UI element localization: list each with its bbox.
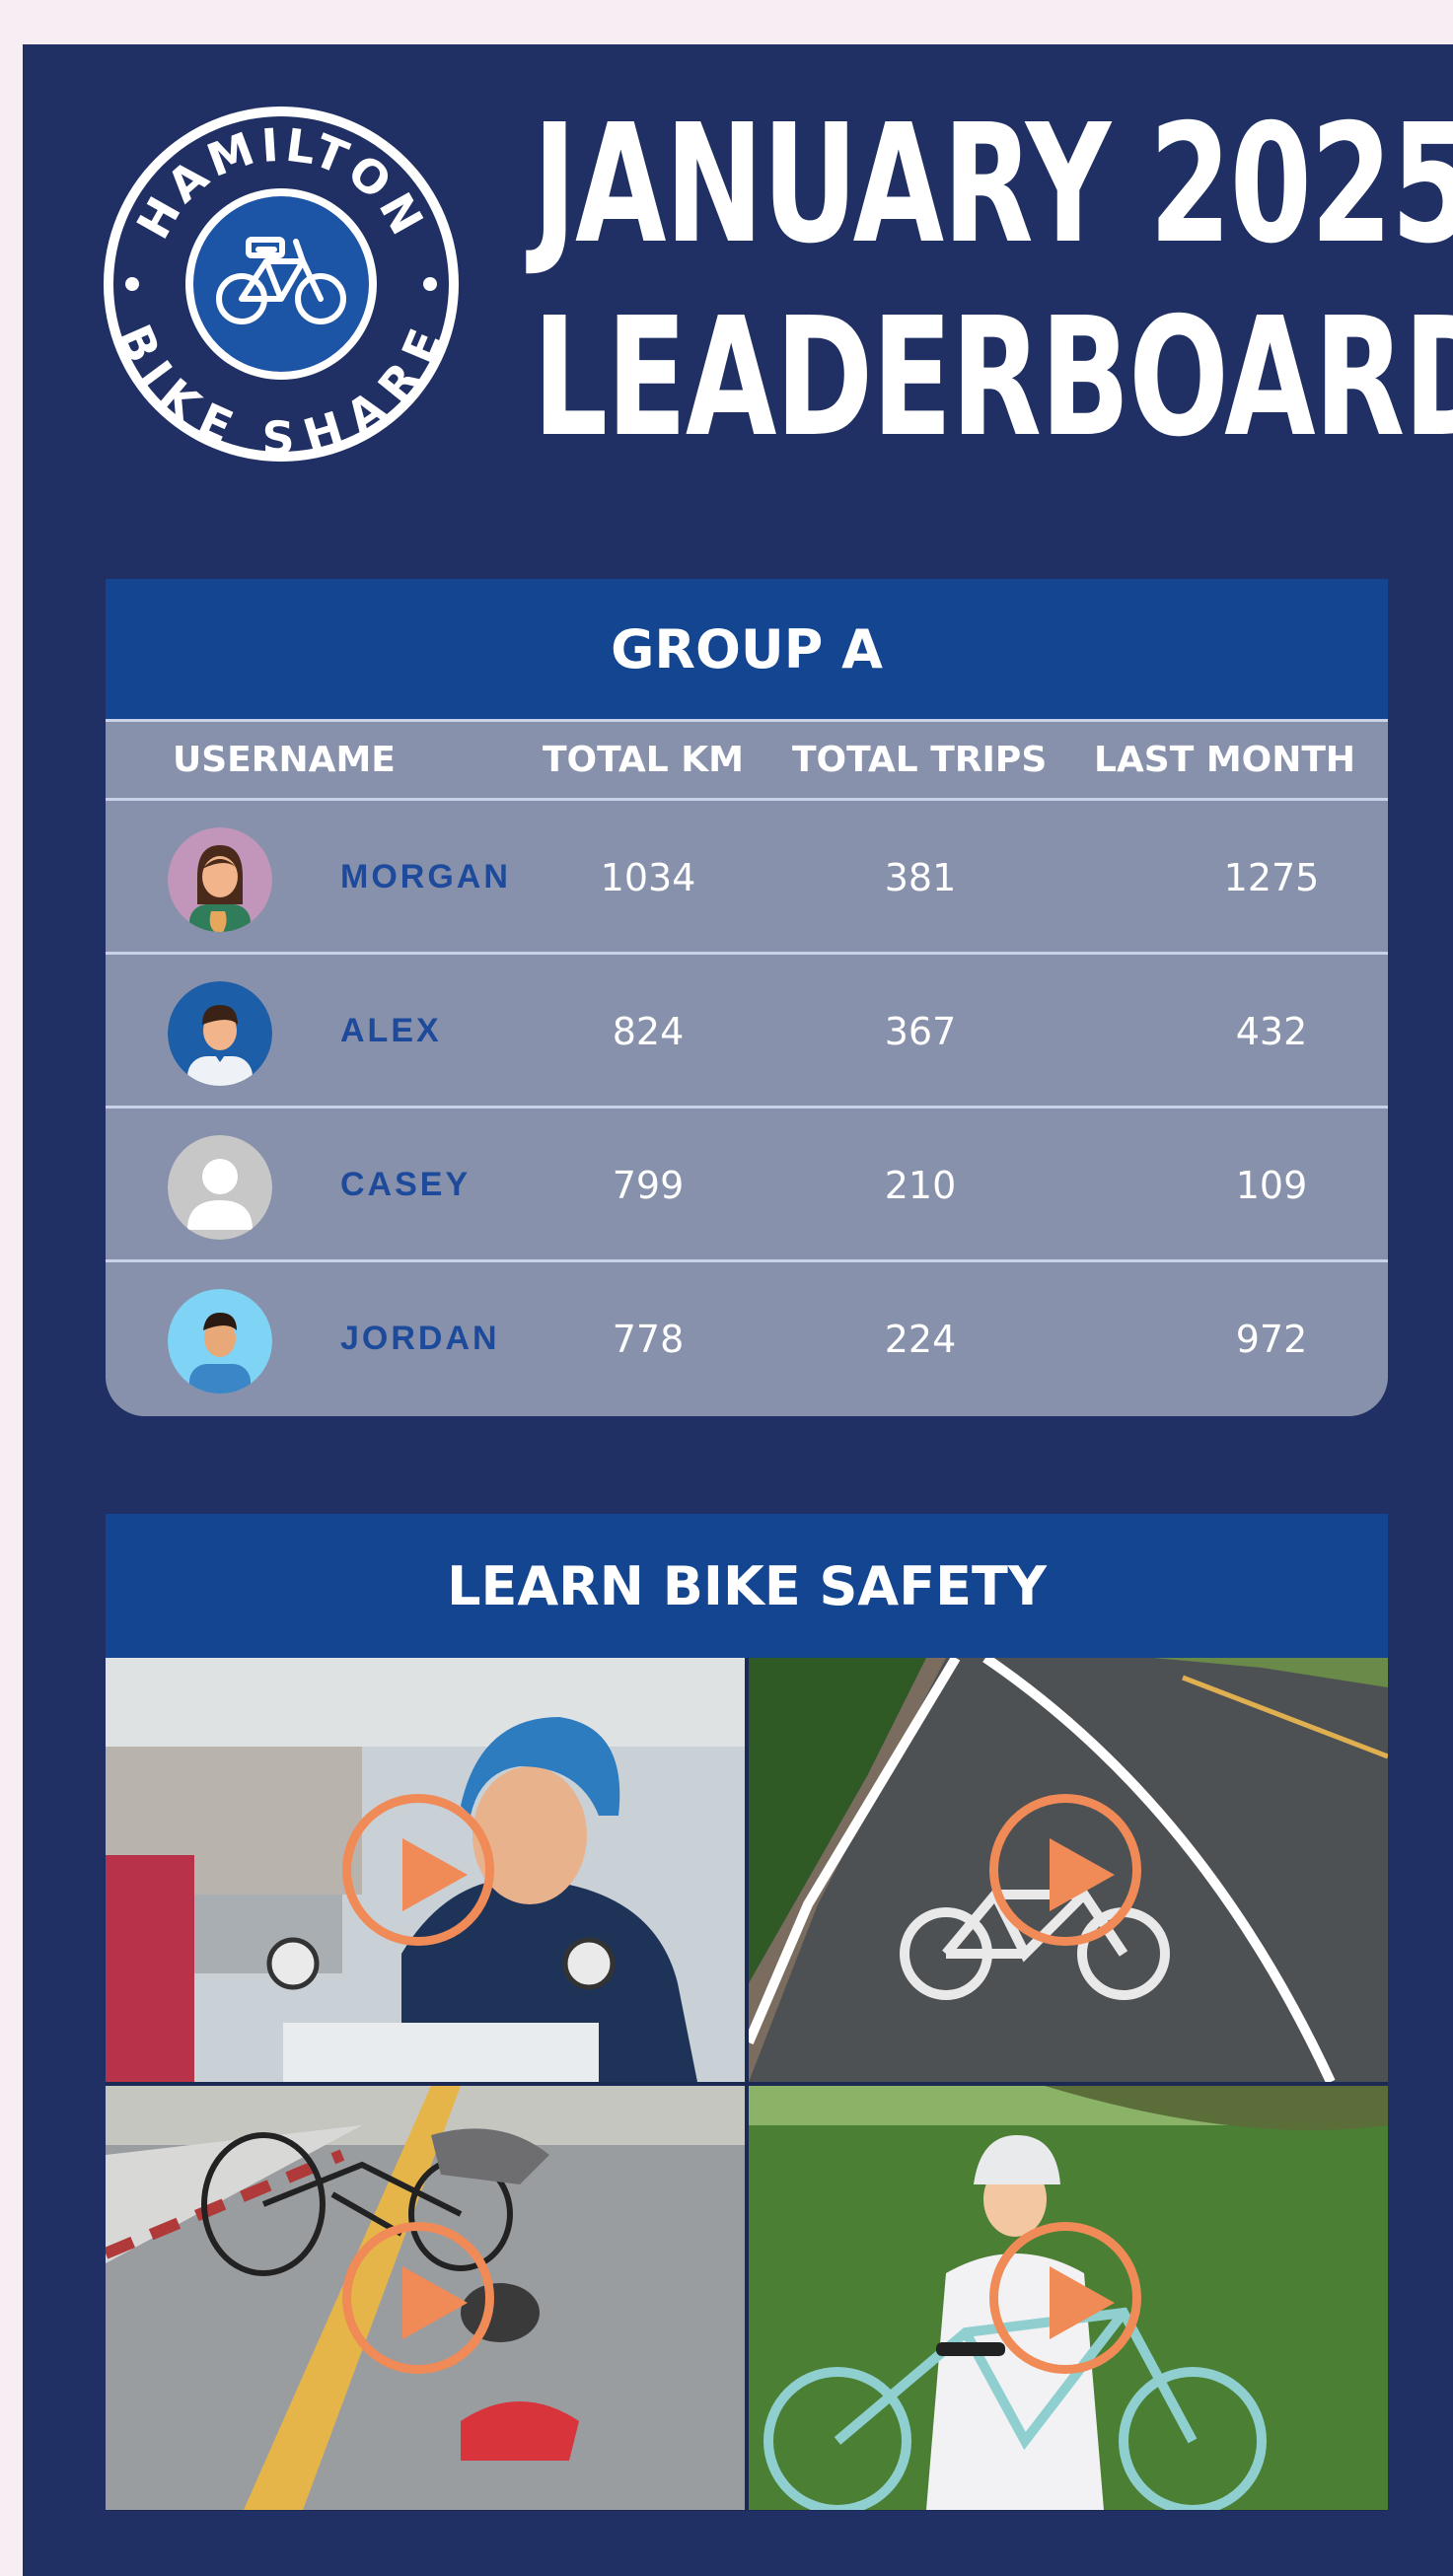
- hamilton-bike-share-logo: HAMILTON BIKE SHARE: [104, 107, 459, 465]
- total-km-value: 778: [612, 1318, 685, 1361]
- last-month-value: 972: [1235, 1318, 1308, 1361]
- man-avatar: [168, 1289, 272, 1394]
- play-icon[interactable]: [989, 2222, 1141, 2374]
- last-month-value: 432: [1235, 1010, 1308, 1053]
- table-row: JORDAN 778 224 972: [106, 1262, 1388, 1416]
- username: JORDAN: [340, 1320, 500, 1357]
- play-icon[interactable]: [342, 1794, 494, 1946]
- safety-heading: LEARN BIKE SAFETY: [106, 1514, 1388, 1658]
- last-month-value: 109: [1235, 1164, 1308, 1207]
- total-trips-value: 367: [884, 1010, 957, 1053]
- default-user-avatar: [168, 1135, 272, 1240]
- total-km-value: 824: [612, 1010, 685, 1053]
- total-km-value: 1034: [600, 856, 696, 899]
- group-heading: GROUP A: [106, 579, 1388, 722]
- leaderboard-table: GROUP A USERNAME TOTAL KM TOTAL TRIPS LA…: [106, 579, 1388, 1416]
- table-row: CASEY 799 210 109: [106, 1109, 1388, 1262]
- play-icon[interactable]: [989, 1794, 1141, 1946]
- column-last-month: LAST MONTH: [1094, 740, 1356, 780]
- title-line-1: JANUARY 2025: [533, 90, 1453, 280]
- crash-video[interactable]: [106, 2086, 745, 2510]
- table-row: ALEX 824 367 432: [106, 955, 1388, 1109]
- total-trips-value: 381: [884, 856, 957, 899]
- total-km-value: 799: [612, 1164, 685, 1207]
- last-month-value: 1275: [1223, 856, 1320, 899]
- column-total-km: TOTAL KM: [543, 740, 744, 780]
- username: MORGAN: [340, 858, 511, 895]
- title-line-2: LEADERBOARD: [533, 283, 1453, 473]
- helmet-video[interactable]: [106, 1658, 745, 2082]
- bike-lane-video[interactable]: [749, 1658, 1388, 2082]
- play-icon[interactable]: [342, 2222, 494, 2374]
- table-row: MORGAN 1034 381 1275: [106, 801, 1388, 955]
- username: ALEX: [340, 1012, 442, 1049]
- bike-safety-section: LEARN BIKE SAFETY: [106, 1514, 1388, 2511]
- page-title: JANUARY 2025 LEADERBOARD: [533, 89, 1453, 475]
- table-header-row: USERNAME TOTAL KM TOTAL TRIPS LAST MONTH: [106, 722, 1388, 801]
- man-avatar: [168, 981, 272, 1086]
- column-username: USERNAME: [173, 740, 396, 780]
- total-trips-value: 224: [884, 1318, 957, 1361]
- woman-avatar: [168, 827, 272, 932]
- kid-helmet-video[interactable]: [749, 2086, 1388, 2510]
- total-trips-value: 210: [884, 1164, 957, 1207]
- username: CASEY: [340, 1166, 472, 1203]
- column-total-trips: TOTAL TRIPS: [792, 740, 1048, 780]
